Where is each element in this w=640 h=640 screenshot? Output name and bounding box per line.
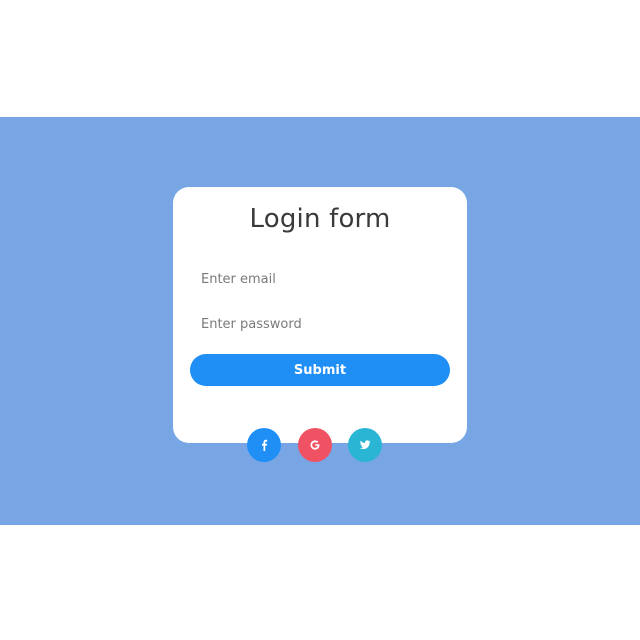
submit-button[interactable]: Submit [190,354,450,386]
social-login-buttons [247,428,383,462]
facebook-button[interactable] [247,428,281,462]
form-title: Login form [249,204,391,234]
page: Login form Submit [0,0,640,640]
password-input[interactable] [190,309,450,339]
email-input[interactable] [190,264,450,294]
facebook-icon [258,439,270,451]
google-icon [309,439,321,451]
twitter-icon [359,439,371,451]
google-button[interactable] [298,428,332,462]
twitter-button[interactable] [348,428,382,462]
login-card: Login form Submit [173,187,467,443]
